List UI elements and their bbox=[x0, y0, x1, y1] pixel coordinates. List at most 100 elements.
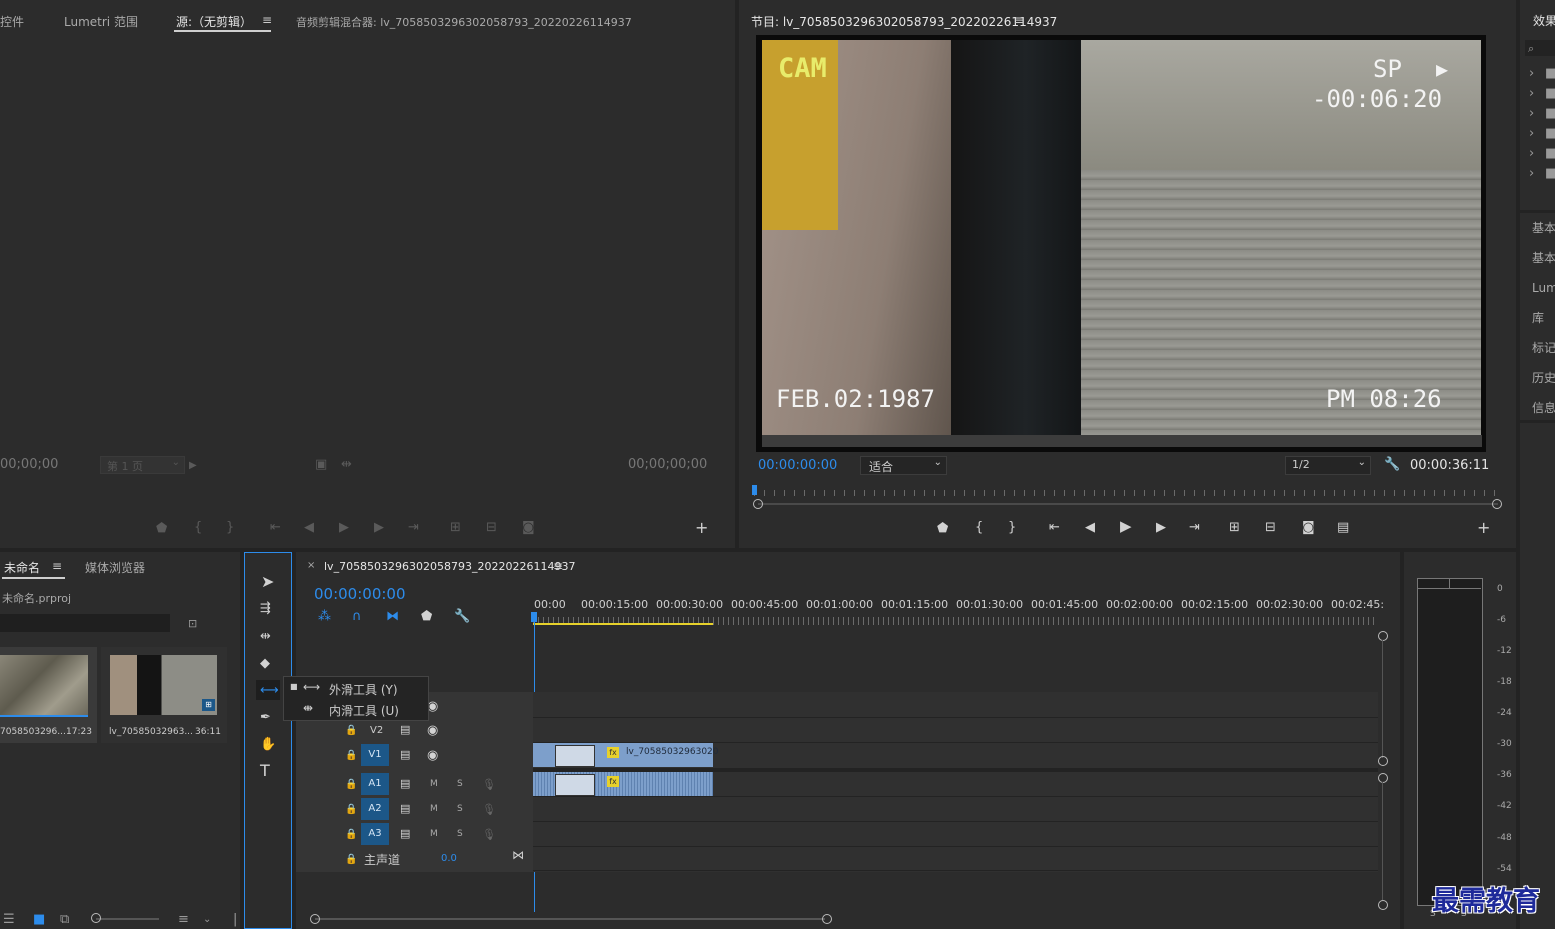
clip-thumbnail[interactable]: 7058503296... 17:23 bbox=[0, 647, 97, 743]
chevron-down-icon[interactable]: ⌄ bbox=[203, 913, 211, 926]
panel-lumetri-color[interactable]: Lum bbox=[1532, 281, 1555, 295]
solo-button[interactable]: S bbox=[457, 804, 463, 814]
step-back-icon[interactable]: ◀ bbox=[1085, 521, 1095, 534]
insert-clip-icon[interactable]: ⊞ bbox=[450, 521, 461, 534]
program-timecode[interactable]: 00:00:00:00 bbox=[758, 458, 837, 473]
play-icon[interactable]: ▶ bbox=[339, 521, 349, 534]
marker-icon[interactable]: ⬟ bbox=[937, 522, 948, 535]
play-triangle-icon[interactable]: ▶ bbox=[189, 459, 197, 472]
tab-media-browser[interactable]: 媒体浏览器 bbox=[85, 559, 145, 576]
panel-history[interactable]: 历史 bbox=[1532, 369, 1555, 386]
mark-in-icon[interactable]: { bbox=[975, 521, 983, 534]
track-target-a1[interactable]: A1 bbox=[361, 773, 389, 795]
lock-icon[interactable]: 🔒 bbox=[345, 724, 357, 737]
go-to-in-icon[interactable]: ⇤ bbox=[270, 521, 281, 534]
program-scrub-bar[interactable] bbox=[754, 484, 1502, 496]
slip-tool-button[interactable]: ⟷ bbox=[256, 680, 280, 700]
zoom-slider-handle[interactable] bbox=[91, 913, 101, 923]
panel-essential-sound[interactable]: 基本 bbox=[1532, 249, 1555, 266]
master-volume[interactable]: 0.0 bbox=[441, 853, 457, 864]
lock-icon[interactable]: 🔒 bbox=[345, 749, 357, 762]
track-target-a3[interactable]: A3 bbox=[361, 823, 389, 845]
fit-select[interactable]: 适合 ⌄ bbox=[860, 456, 947, 475]
new-bin-icon[interactable]: ⊡ bbox=[188, 617, 197, 630]
icon-view-icon[interactable]: ■ bbox=[33, 913, 45, 926]
audio-clip[interactable]: fx bbox=[533, 772, 713, 796]
pen-tool-icon[interactable]: ✒ bbox=[260, 711, 271, 724]
nest-icon[interactable]: ⁂ bbox=[318, 610, 331, 623]
type-tool-icon[interactable]: T bbox=[260, 763, 270, 779]
lock-icon[interactable]: 🔒 bbox=[345, 828, 357, 841]
mark-out-icon[interactable]: } bbox=[226, 521, 234, 534]
vscroll-handle[interactable] bbox=[1378, 631, 1388, 641]
sync-lock-icon[interactable]: ▤ bbox=[400, 827, 410, 840]
tab-effect-controls[interactable]: 控件 bbox=[0, 13, 24, 30]
settings-icon[interactable]: ▣ bbox=[315, 458, 327, 471]
source-timecode[interactable]: 00;00;00 bbox=[0, 457, 58, 472]
panel-essential-graphics[interactable]: 基本 bbox=[1532, 219, 1555, 236]
tab-lumetri-scopes[interactable]: Lumetri 范围 bbox=[64, 13, 138, 30]
close-icon[interactable]: × bbox=[307, 560, 315, 571]
play-icon[interactable]: ▶ bbox=[1120, 519, 1132, 534]
solo-button[interactable]: S bbox=[457, 829, 463, 839]
vscroll-handle[interactable] bbox=[1378, 773, 1388, 783]
sync-lock-icon[interactable]: ▤ bbox=[400, 723, 410, 736]
add-button-icon[interactable]: + bbox=[695, 520, 708, 536]
go-to-out-icon[interactable]: ⇥ bbox=[1189, 521, 1200, 534]
insert-icon[interactable]: ⇹ bbox=[341, 458, 352, 471]
track-target-a2[interactable]: A2 bbox=[361, 798, 389, 820]
sequence-tab[interactable]: lv_7058503296302058793_20220226114937 bbox=[324, 560, 576, 573]
mute-button[interactable]: M bbox=[430, 829, 438, 839]
ripple-edit-tool-icon[interactable]: ⇹ bbox=[260, 630, 271, 643]
panel-info[interactable]: 信息 bbox=[1532, 399, 1555, 416]
page-select[interactable]: 第 1 页 ⌄ bbox=[100, 456, 185, 474]
sync-lock-icon[interactable]: ▤ bbox=[400, 802, 410, 815]
quality-select[interactable]: 1/2 ⌄ bbox=[1285, 456, 1371, 475]
hand-tool-icon[interactable]: ✋ bbox=[260, 738, 276, 751]
folder-chevron-icon[interactable]: › bbox=[1529, 107, 1534, 120]
video-clip[interactable]: fx lv_70585032963020 bbox=[533, 743, 719, 767]
microphone-icon[interactable]: 🎙 bbox=[482, 803, 496, 816]
vscroll-handle[interactable] bbox=[1378, 900, 1388, 910]
flyout-item-slide[interactable]: ⇼ 内滑工具 (U) bbox=[284, 700, 428, 719]
panel-menu-icon[interactable]: ≡ bbox=[52, 559, 62, 573]
automate-icon[interactable]: | bbox=[233, 913, 237, 926]
folder-chevron-icon[interactable]: › bbox=[1529, 147, 1534, 160]
mark-out-icon[interactable]: } bbox=[1008, 521, 1016, 534]
go-to-in-icon[interactable]: ⇤ bbox=[1049, 521, 1060, 534]
freeform-view-icon[interactable]: ⧉ bbox=[60, 913, 69, 926]
go-to-end-icon[interactable]: ⋈ bbox=[512, 849, 524, 862]
sync-lock-icon[interactable]: ▤ bbox=[400, 777, 410, 790]
camera-icon[interactable]: ◙ bbox=[1302, 521, 1315, 534]
overwrite-clip-icon[interactable]: ⊟ bbox=[486, 521, 497, 534]
tab-source[interactable]: 源:（无剪辑） bbox=[176, 13, 252, 30]
mute-button[interactable]: M bbox=[430, 804, 438, 814]
compare-icon[interactable]: ▤ bbox=[1337, 521, 1349, 534]
clip-thumbnail[interactable]: ⊞ lv_70585032963... 36:11 bbox=[101, 647, 227, 743]
program-monitor-video[interactable]: CAM SP ▶ -00:06:20 FEB.02:1987 PM 08:26 bbox=[756, 35, 1486, 452]
step-back-icon[interactable]: ◀ bbox=[304, 521, 314, 534]
eye-icon[interactable]: ◉ bbox=[427, 724, 438, 737]
panel-libraries[interactable]: 库 bbox=[1532, 309, 1544, 326]
hscroll-handle[interactable] bbox=[822, 914, 832, 924]
wrench-icon[interactable]: 🔧 bbox=[1384, 458, 1400, 471]
linked-selection-icon[interactable]: ⧓ bbox=[386, 610, 399, 623]
panel-menu-icon[interactable]: ≡ bbox=[553, 559, 563, 573]
extract-icon[interactable]: ⊟ bbox=[1265, 521, 1276, 534]
panel-menu-icon[interactable]: ≡ bbox=[262, 13, 272, 27]
hscroll-track[interactable] bbox=[315, 918, 825, 920]
list-view-icon[interactable]: ☰ bbox=[3, 913, 15, 926]
snap-icon[interactable]: ∩ bbox=[352, 610, 362, 623]
work-area-bar[interactable] bbox=[533, 623, 713, 625]
tab-audio-clip-mixer[interactable]: 音频剪辑混合器: lv_7058503296302058793_20220226… bbox=[296, 14, 632, 30]
flyout-item-slip[interactable]: ■ ⟷ 外滑工具 (Y) bbox=[284, 679, 428, 698]
vscroll-track[interactable] bbox=[1382, 782, 1383, 900]
vscroll-track[interactable] bbox=[1382, 640, 1383, 758]
solo-button[interactable]: S bbox=[457, 779, 463, 789]
timeline-timecode[interactable]: 00:00:00:00 bbox=[314, 585, 406, 603]
folder-chevron-icon[interactable]: › bbox=[1529, 167, 1534, 180]
folder-chevron-icon[interactable]: › bbox=[1529, 67, 1534, 80]
panel-menu-icon[interactable]: ≡ bbox=[1014, 13, 1024, 27]
sort-icon[interactable]: ≡ bbox=[178, 913, 189, 926]
zoom-slider[interactable] bbox=[96, 918, 159, 920]
